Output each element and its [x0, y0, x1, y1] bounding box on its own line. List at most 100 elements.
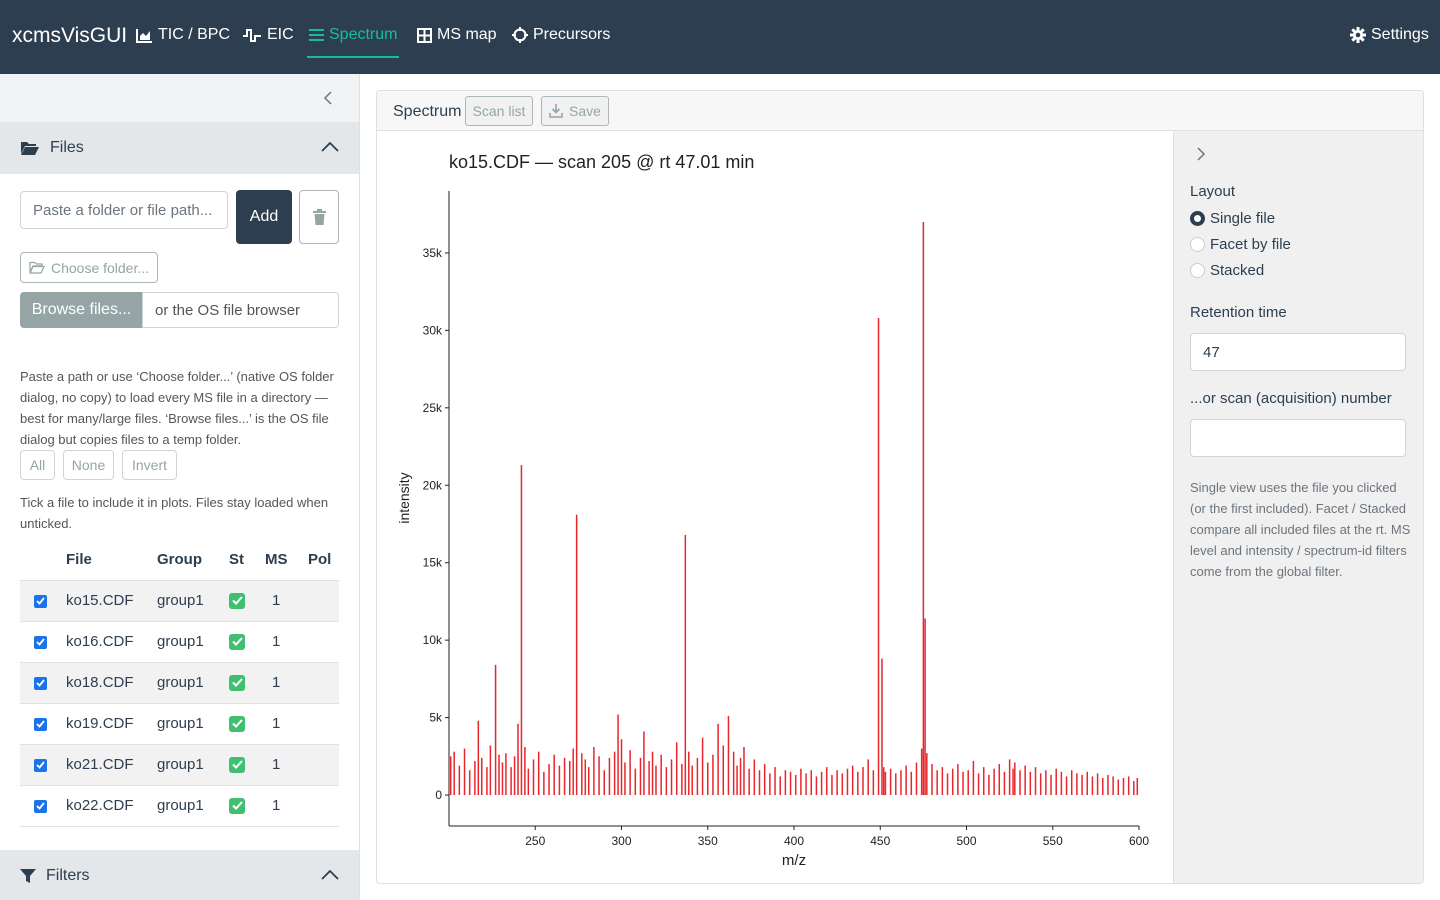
chart-title: ko15.CDF — scan 205 @ rt 47.01 min: [449, 152, 754, 172]
path-input[interactable]: Paste a folder or file path...: [20, 191, 228, 229]
table-row[interactable]: ko18.CDF group1 1: [20, 661, 339, 703]
file-polarity: [308, 661, 339, 703]
file-ms-level: 1: [265, 661, 308, 703]
folder-open-icon: [29, 261, 45, 274]
radio-unchecked-icon: [1190, 237, 1205, 252]
nav-tab-tic-bpc[interactable]: TIC / BPC: [136, 26, 230, 44]
checkmark-icon: [36, 597, 45, 605]
checkmark-icon: [36, 679, 45, 687]
nav-tab-spectrum[interactable]: Spectrum: [306, 26, 400, 58]
spectrum-chart[interactable]: ko15.CDF — scan 205 @ rt 47.01 min inten…: [377, 131, 1173, 884]
choose-folder-button[interactable]: Choose folder...: [20, 252, 158, 283]
file-group: group1: [157, 743, 229, 785]
col-status[interactable]: St: [229, 540, 265, 580]
col-file[interactable]: File: [66, 540, 157, 580]
file-ms-level: 1: [265, 702, 308, 744]
files-help-text: Paste a path or use ‘Choose folder...’ (…: [20, 369, 334, 447]
scan-list-button[interactable]: Scan list: [465, 96, 533, 126]
options-help-text: Single view uses the file you clicked (o…: [1190, 480, 1411, 579]
clear-files-button[interactable]: [299, 190, 339, 244]
file-polarity: [308, 784, 339, 827]
list-icon: [309, 28, 324, 42]
y-tick-label: 20k: [423, 478, 443, 492]
file-checkbox[interactable]: [34, 594, 47, 608]
select-none-button[interactable]: None: [63, 450, 114, 480]
settings-button[interactable]: Settings: [1350, 26, 1429, 44]
file-name: ko15.CDF: [66, 579, 157, 621]
col-polarity[interactable]: Pol: [308, 540, 339, 580]
y-tick-label: 25k: [423, 401, 443, 415]
chart-ticks: 250 300 350 400 450 500 550 600 0 5k 10k 15k 20k 25k 3…: [423, 246, 1150, 848]
layout-radio-single[interactable]: Single file: [1190, 210, 1275, 227]
collapse-sidebar-button[interactable]: [318, 88, 338, 108]
check-square-icon: [229, 756, 245, 773]
download-icon: [549, 104, 563, 118]
table-grid-icon: [417, 27, 432, 43]
radio-label: Single file: [1210, 210, 1276, 227]
table-row[interactable]: ko16.CDF group1 1: [20, 620, 339, 662]
check-square-icon: [229, 715, 245, 732]
layout-radio-facet[interactable]: Facet by file: [1190, 236, 1291, 253]
nav-tab-label: Spectrum: [329, 26, 398, 43]
file-checkbox[interactable]: [34, 676, 47, 690]
x-tick-label: 550: [1043, 834, 1063, 848]
table-row[interactable]: ko21.CDF group1 1: [20, 743, 339, 785]
layout-radio-stacked[interactable]: Stacked: [1190, 262, 1264, 279]
file-checkbox[interactable]: [34, 717, 47, 731]
x-tick-label: 600: [1129, 834, 1149, 848]
file-ms-level: 1: [265, 784, 308, 827]
navbar: xcmsVisGUI TIC / BPC EIC Spectrum MS map…: [0, 0, 1440, 74]
filters-header-title: Filters: [46, 867, 90, 884]
chevron-up-icon: [321, 140, 339, 158]
table-row[interactable]: ko15.CDF group1 1: [20, 579, 339, 621]
col-ms[interactable]: MS: [265, 540, 308, 580]
file-checkbox[interactable]: [34, 635, 47, 649]
file-group: group1: [157, 661, 229, 703]
save-label: Save: [569, 103, 601, 119]
select-invert-button[interactable]: Invert: [122, 450, 177, 480]
nav-tab-label: Precursors: [533, 26, 611, 43]
retention-time-input[interactable]: 47: [1190, 333, 1406, 371]
app-brand[interactable]: xcmsVisGUI: [12, 24, 127, 48]
checkmark-icon: [36, 802, 45, 810]
nav-tab-label: TIC / BPC: [158, 26, 231, 43]
x-tick-label: 250: [525, 834, 545, 848]
x-tick-label: 300: [611, 834, 631, 848]
scan-number-label: ...or scan (acquisition) number: [1190, 390, 1392, 407]
save-button[interactable]: Save: [541, 96, 609, 126]
chart-peaks: [449, 221, 1139, 796]
table-row[interactable]: ko22.CDF group1 1: [20, 784, 339, 827]
expand-panel-button[interactable]: [1194, 145, 1208, 168]
col-group[interactable]: Group: [157, 540, 229, 580]
nav-tab-label: EIC: [267, 26, 294, 43]
nav-tab-eic[interactable]: EIC: [242, 26, 294, 44]
nav-tab-precursors[interactable]: Precursors: [512, 26, 610, 44]
status-cell: [229, 743, 265, 785]
filters-accordion-header[interactable]: Filters: [0, 850, 359, 900]
browse-files-button[interactable]: Browse files...: [20, 292, 143, 328]
nav-tab-label: MS map: [437, 26, 497, 43]
file-ms-level: 1: [265, 743, 308, 785]
sidebar-collapse-row: [0, 74, 359, 122]
nav-tab-ms-map[interactable]: MS map: [417, 26, 497, 44]
scan-number-input[interactable]: [1190, 419, 1406, 457]
y-axis-label: intensity: [396, 472, 412, 523]
row-checkbox-cell: [20, 743, 66, 785]
x-tick-label: 400: [784, 834, 804, 848]
col-select: [20, 540, 66, 580]
file-name: ko22.CDF: [66, 784, 157, 827]
add-button[interactable]: Add: [236, 190, 292, 244]
select-all-button[interactable]: All: [20, 450, 55, 480]
status-cell: [229, 579, 265, 621]
files-accordion-header[interactable]: Files: [0, 122, 359, 174]
file-name: ko21.CDF: [66, 743, 157, 785]
file-checkbox[interactable]: [34, 758, 47, 772]
table-row[interactable]: ko19.CDF group1 1: [20, 702, 339, 744]
row-checkbox-cell: [20, 620, 66, 662]
tick-help-text: Tick a file to include it in plots. File…: [20, 495, 329, 531]
file-checkbox[interactable]: [34, 799, 47, 813]
chevron-up-icon: [321, 868, 339, 886]
y-tick-label: 35k: [423, 246, 443, 260]
check-square-icon: [229, 797, 245, 814]
file-group: group1: [157, 579, 229, 621]
